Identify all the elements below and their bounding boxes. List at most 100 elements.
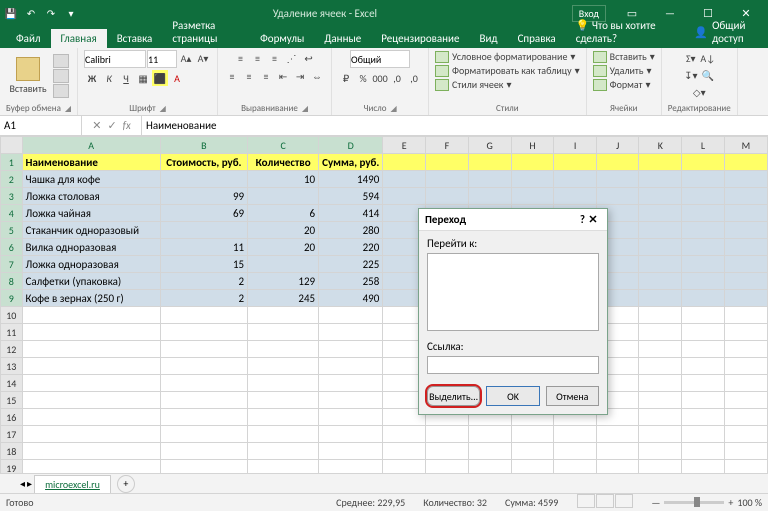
cell[interactable] xyxy=(160,426,247,443)
cut-icon[interactable] xyxy=(53,54,69,68)
conditional-format-button[interactable]: Условное форматирование ▾ xyxy=(435,50,575,63)
cell[interactable] xyxy=(639,341,682,358)
cell[interactable] xyxy=(468,188,511,205)
cell[interactable] xyxy=(554,443,596,460)
cell[interactable] xyxy=(682,256,725,273)
qat-more-icon[interactable]: ▾ xyxy=(64,6,78,20)
cell[interactable] xyxy=(160,358,247,375)
cell[interactable] xyxy=(248,307,319,324)
cell[interactable] xyxy=(639,239,682,256)
cell[interactable] xyxy=(248,188,319,205)
cell[interactable]: 245 xyxy=(248,290,319,307)
wrap-icon[interactable]: ↩ xyxy=(301,50,317,66)
cell[interactable] xyxy=(682,375,725,392)
column-header[interactable]: E xyxy=(383,137,426,154)
cell[interactable] xyxy=(724,222,767,239)
row-header[interactable]: 8 xyxy=(1,273,23,290)
row-header[interactable]: 3 xyxy=(1,188,23,205)
number-launcher-icon[interactable]: ◢ xyxy=(390,104,396,114)
cell[interactable] xyxy=(639,358,682,375)
cell[interactable] xyxy=(682,443,725,460)
row-header[interactable]: 7 xyxy=(1,256,23,273)
cell[interactable]: 20 xyxy=(248,239,319,256)
cell[interactable]: 2 xyxy=(160,273,247,290)
cell[interactable] xyxy=(682,324,725,341)
cell[interactable] xyxy=(724,205,767,222)
cell[interactable] xyxy=(248,426,319,443)
column-header[interactable]: G xyxy=(468,137,511,154)
cell[interactable] xyxy=(724,375,767,392)
indent-dec-icon[interactable]: ⇤ xyxy=(275,68,291,84)
cell[interactable] xyxy=(724,443,767,460)
cell[interactable] xyxy=(511,188,554,205)
cell[interactable] xyxy=(160,171,247,188)
cell[interactable] xyxy=(468,171,511,188)
cell[interactable] xyxy=(682,392,725,409)
cell[interactable] xyxy=(319,307,383,324)
cell[interactable] xyxy=(596,443,639,460)
clear-icon[interactable]: ◇▾ xyxy=(691,84,707,100)
cell[interactable] xyxy=(682,222,725,239)
cell[interactable] xyxy=(383,188,426,205)
cell[interactable]: Кофе в зернах (250 г) xyxy=(22,290,160,307)
orientation-icon[interactable]: ⋰ xyxy=(284,50,300,66)
cell[interactable] xyxy=(248,375,319,392)
cancel-formula-icon[interactable]: ✕ xyxy=(92,119,101,132)
cell[interactable] xyxy=(639,188,682,205)
cell[interactable] xyxy=(682,341,725,358)
cell[interactable]: Наименование xyxy=(22,154,160,171)
cell[interactable] xyxy=(724,239,767,256)
cell[interactable] xyxy=(724,154,767,171)
cell[interactable] xyxy=(639,392,682,409)
column-header[interactable]: F xyxy=(426,137,469,154)
cell[interactable] xyxy=(724,409,767,426)
column-header[interactable]: K xyxy=(639,137,682,154)
cell[interactable] xyxy=(639,324,682,341)
cell[interactable] xyxy=(724,358,767,375)
font-color-icon[interactable]: A xyxy=(169,70,185,86)
cell[interactable] xyxy=(596,154,639,171)
cell[interactable]: 594 xyxy=(319,188,383,205)
row-header[interactable]: 10 xyxy=(1,307,23,324)
cell[interactable] xyxy=(682,205,725,222)
cell[interactable] xyxy=(554,426,596,443)
row-header[interactable]: 18 xyxy=(1,443,23,460)
fill-icon[interactable]: ↧▾ xyxy=(683,67,699,83)
cell[interactable] xyxy=(319,358,383,375)
column-header[interactable]: A xyxy=(22,137,160,154)
cell[interactable] xyxy=(724,273,767,290)
row-header[interactable]: 1 xyxy=(1,154,23,171)
sort-filter-icon[interactable]: A↓ xyxy=(700,50,716,66)
cell[interactable] xyxy=(160,392,247,409)
italic-icon[interactable]: К xyxy=(101,70,117,86)
cell[interactable]: Ложка столовая xyxy=(22,188,160,205)
delete-cells-button[interactable]: Удалить ▾ xyxy=(593,64,652,77)
cell[interactable] xyxy=(682,290,725,307)
row-header[interactable]: 2 xyxy=(1,171,23,188)
underline-icon[interactable]: Ч xyxy=(118,70,134,86)
cell[interactable]: 280 xyxy=(319,222,383,239)
cell[interactable] xyxy=(383,426,426,443)
cell[interactable] xyxy=(682,426,725,443)
column-header[interactable]: D xyxy=(319,137,383,154)
cell[interactable] xyxy=(248,341,319,358)
percent-icon[interactable]: % xyxy=(355,70,371,86)
cell[interactable]: 6 xyxy=(248,205,319,222)
copy-icon[interactable] xyxy=(53,69,69,83)
cell[interactable] xyxy=(639,205,682,222)
cell[interactable] xyxy=(596,188,639,205)
cell[interactable] xyxy=(511,171,554,188)
tellme-box[interactable]: 💡 Что вы хотите сделать? xyxy=(566,16,679,48)
align-bottom-icon[interactable]: ≡ xyxy=(267,50,283,66)
cell[interactable] xyxy=(639,426,682,443)
cell[interactable] xyxy=(682,188,725,205)
cell[interactable] xyxy=(248,443,319,460)
cell[interactable] xyxy=(22,443,160,460)
tab-layout[interactable]: Разметка страницы xyxy=(162,16,250,48)
cell[interactable] xyxy=(248,392,319,409)
cell[interactable] xyxy=(682,239,725,256)
cell[interactable] xyxy=(248,324,319,341)
cell[interactable] xyxy=(724,256,767,273)
cell[interactable]: Ложка одноразовая xyxy=(22,256,160,273)
font-name-select[interactable] xyxy=(84,50,146,68)
